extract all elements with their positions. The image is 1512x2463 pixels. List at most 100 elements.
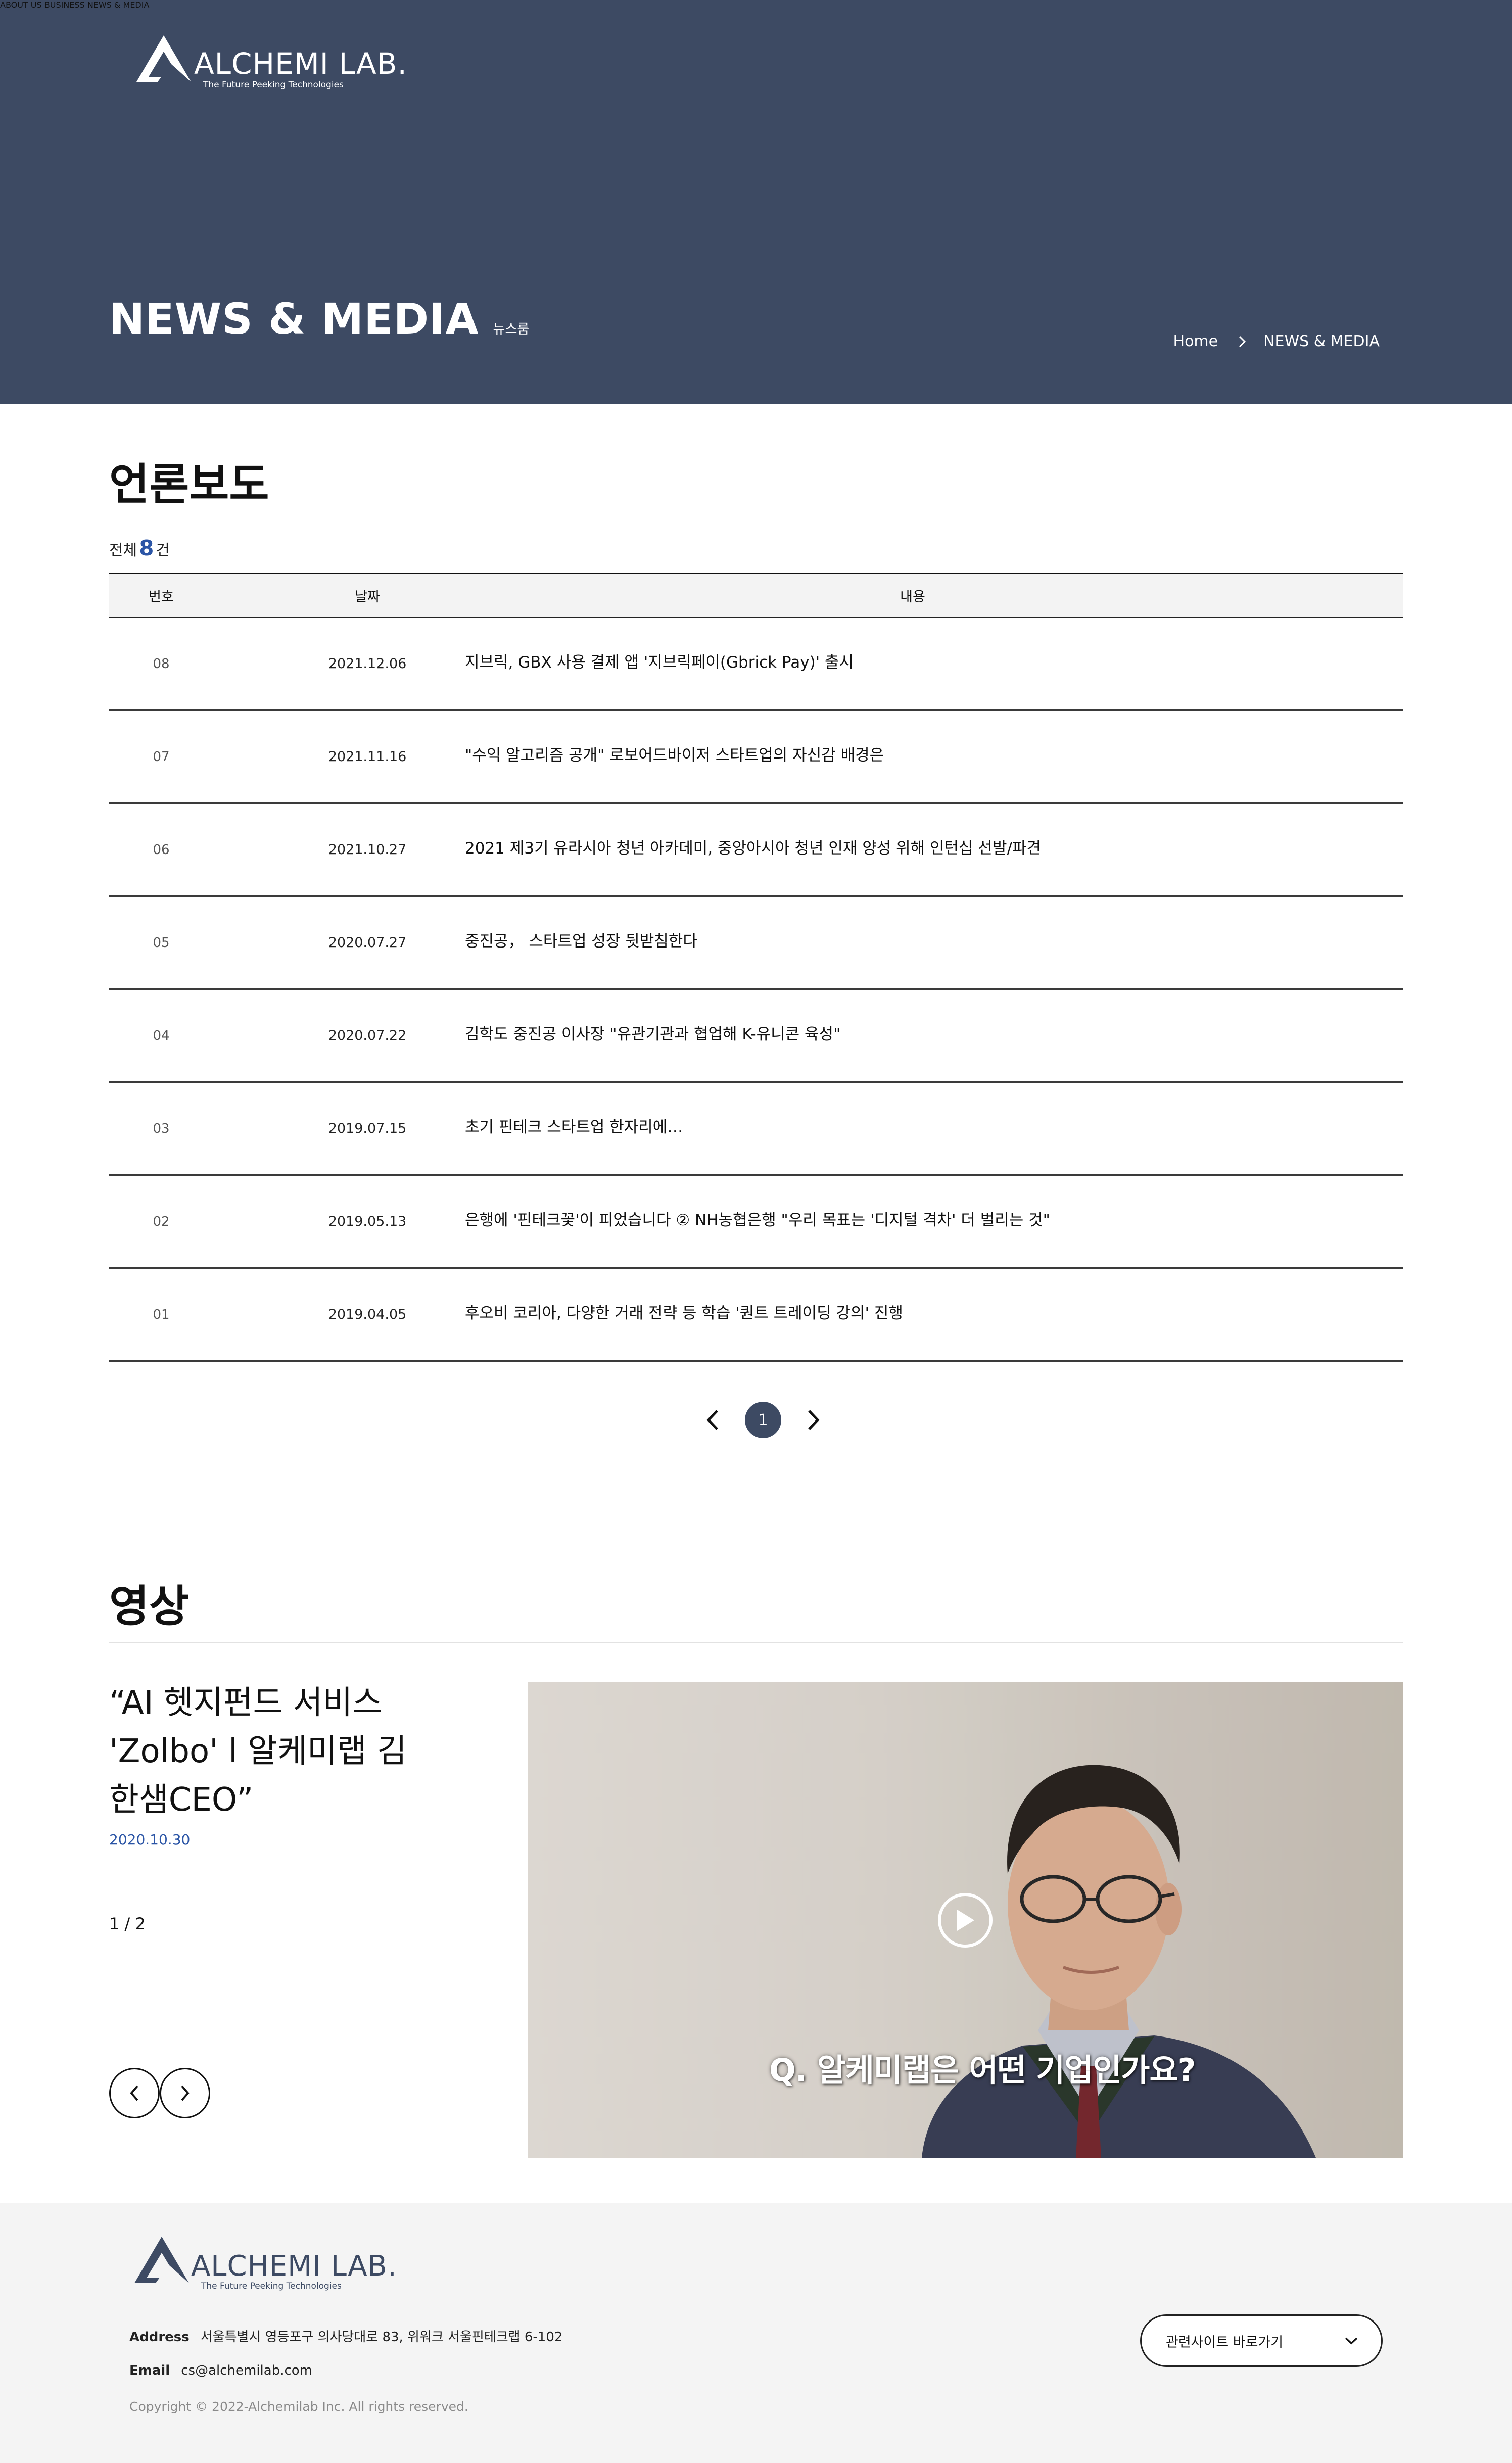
page-number-current[interactable]: 1	[745, 1402, 781, 1438]
footer-email: Email cs@alchemilab.com	[129, 2363, 312, 2378]
address-label: Address	[129, 2330, 190, 2345]
slide-counter: 1 / 2	[109, 1914, 146, 1933]
video-prev-button[interactable]	[109, 2068, 160, 2118]
row-number: 04	[153, 1028, 170, 1044]
breadcrumb: Home NEWS & MEDIA	[1173, 333, 1380, 350]
footer-logo-name: ALCHEMI LAB.	[191, 2250, 397, 2283]
chevron-down-icon	[1345, 2337, 1358, 2345]
breadcrumb-current[interactable]: NEWS & MEDIA	[1263, 333, 1380, 350]
related-sites-select[interactable]: 관련사이트 바로가기	[1140, 2314, 1383, 2367]
row-title-link[interactable]: 2021 제3기 유라시아 청년 아카데미, 중앙아시아 청년 인재 양성 위해…	[465, 839, 1041, 858]
column-header-date: 날짜	[355, 589, 380, 605]
row-date: 2021.11.16	[328, 749, 407, 765]
row-title-link[interactable]: "수익 알고리즘 공개" 로보어드바이저 스타트업의 자신감 배경은	[465, 746, 884, 765]
nav-about-us[interactable]: ABOUT US	[0, 0, 42, 10]
table-row[interactable]: 07 2021.11.16 "수익 알고리즘 공개" 로보어드바이저 스타트업의 자…	[109, 711, 1403, 804]
logo-triangle-icon	[136, 35, 191, 82]
row-number: 01	[153, 1307, 170, 1322]
chevron-left-icon	[706, 1410, 718, 1430]
page-subtitle: 뉴스룸	[493, 322, 530, 337]
column-header-content: 내용	[900, 589, 925, 605]
row-title-cell: 김학도 중진공 이사장 "유관기관과 협업해 K-유니콘 육성"	[465, 1024, 1403, 1047]
table-body: 08 2021.12.06 지브릭, GBX 사용 결제 앱 '지브릭페이(Gbri…	[109, 618, 1403, 1362]
table-row[interactable]: 01 2019.04.05 후오비 코리아, 다양한 거래 전략 등 학습 '퀀트 …	[109, 1269, 1403, 1362]
video-section-title: 영상	[109, 1581, 190, 1632]
row-number: 07	[153, 749, 170, 765]
video-headline: “AI 헷지펀드 서비스 'Zolbo' l 알케미랩 김한샘CEO”	[109, 1684, 407, 1819]
row-number: 03	[153, 1121, 170, 1136]
table-row[interactable]: 04 2020.07.22 김학도 중진공 이사장 "유관기관과 협업해 K-유니콘…	[109, 990, 1403, 1083]
press-count: 전체 8 건	[109, 536, 170, 560]
chevron-left-icon	[130, 2085, 138, 2101]
table-header: 번호 날짜 내용	[109, 573, 1403, 618]
column-header-no: 번호	[149, 589, 174, 605]
count-prefix: 전체	[109, 542, 137, 559]
email-value[interactable]: cs@alchemilab.com	[181, 2363, 312, 2378]
row-title-link[interactable]: 김학도 중진공 이사장 "유관기관과 협업해 K-유니콘 육성"	[465, 1025, 840, 1044]
row-title-link[interactable]: 중진공， 스타트업 성장 뒷받침한다	[465, 932, 697, 951]
copyright: Copyright © 2022-Alchemilab Inc. All rig…	[129, 2399, 468, 2414]
nav-business[interactable]: BUSINESS	[44, 0, 85, 10]
row-title-cell: 초기 핀테크 스타트업 한자리에…	[465, 1117, 1403, 1140]
row-title-link[interactable]: 은행에 '핀테크꽃'이 피었습니다 ② NH농협은행 "우리 목표는 '디지털 …	[465, 1211, 1050, 1229]
row-number: 05	[153, 935, 170, 951]
prev-page-button[interactable]	[702, 1407, 723, 1433]
table-row[interactable]: 08 2021.12.06 지브릭, GBX 사용 결제 앱 '지브릭페이(Gbri…	[109, 618, 1403, 711]
row-date: 2020.07.27	[328, 935, 407, 951]
logo-name: ALCHEMI LAB.	[194, 46, 407, 81]
row-date: 2019.04.05	[328, 1307, 407, 1322]
logo-triangle-icon	[134, 2237, 189, 2283]
row-title-cell: 2021 제3기 유라시아 청년 아카데미, 중앙아시아 청년 인재 양성 위해…	[465, 838, 1403, 861]
chevron-right-icon	[181, 2085, 190, 2101]
row-date: 2021.12.06	[328, 656, 407, 672]
video-date: 2020.10.30	[109, 1831, 191, 1848]
row-date: 2020.07.22	[328, 1028, 407, 1044]
row-title-cell: 은행에 '핀테크꽃'이 피었습니다 ② NH농협은행 "우리 목표는 '디지털 …	[465, 1210, 1403, 1233]
next-page-button[interactable]	[804, 1407, 824, 1433]
count-number: 8	[139, 536, 154, 560]
breadcrumb-home[interactable]: Home	[1173, 333, 1218, 350]
row-title-cell: 후오비 코리아, 다양한 거래 전략 등 학습 '퀀트 트레이딩 강의' 진행	[465, 1303, 1403, 1326]
table-row[interactable]: 02 2019.05.13 은행에 '핀테크꽃'이 피었습니다 ② NH농협은행 "…	[109, 1176, 1403, 1269]
page-title: NEWS & MEDIA	[109, 294, 479, 344]
video-slider-controls	[109, 2068, 210, 2118]
video-caption: Q. 알케미랩은 어떤 기업인가요?	[769, 2052, 1196, 2089]
pagination: 1	[702, 1402, 824, 1438]
row-number: 02	[153, 1214, 170, 1229]
footer-logo[interactable]: ALCHEMI LAB. The Future Peeking Technolo…	[133, 2235, 397, 2291]
play-button[interactable]	[938, 1893, 993, 1948]
logo-tagline: The Future Peeking Technologies	[203, 80, 344, 90]
video-next-button[interactable]	[160, 2068, 210, 2118]
video-player[interactable]: Q. 알케미랩은 어떤 기업인가요?	[528, 1682, 1403, 2158]
related-sites-label: 관련사이트 바로가기	[1166, 2334, 1284, 2350]
play-icon	[957, 1910, 974, 1931]
row-date: 2019.07.15	[328, 1121, 407, 1136]
row-date: 2019.05.13	[328, 1214, 407, 1229]
footer-address: Address 서울특별시 영등포구 의사당대로 83, 위워크 서울핀테크랩 6…	[129, 2327, 562, 2345]
header-logo[interactable]: ALCHEMI LAB. The Future Peeking Technolo…	[135, 33, 407, 90]
email-label: Email	[129, 2363, 170, 2378]
address-value: 서울특별시 영등포구 의사당대로 83, 위워크 서울핀테크랩 6-102	[200, 2330, 563, 2345]
row-title-cell: 중진공， 스타트업 성장 뒷받침한다	[465, 931, 1403, 954]
footer-logo-tagline: The Future Peeking Technologies	[201, 2281, 342, 2291]
press-table: 번호 날짜 내용 08 2021.12.06 지브릭, GBX 사용 결제 앱 '지…	[109, 573, 1403, 1362]
nav-news-media[interactable]: NEWS & MEDIA	[87, 0, 150, 10]
row-date: 2021.10.27	[328, 842, 407, 858]
hero-title-group: NEWS & MEDIA 뉴스룸	[109, 294, 529, 344]
row-title-link[interactable]: 초기 핀테크 스타트업 한자리에…	[465, 1118, 683, 1136]
row-number: 08	[153, 656, 170, 672]
row-title-link[interactable]: 지브릭, GBX 사용 결제 앱 '지브릭페이(Gbrick Pay)' 출시	[465, 653, 854, 672]
count-suffix: 건	[156, 542, 170, 559]
press-section-title: 언론보도	[109, 459, 269, 510]
chevron-right-icon	[808, 1410, 820, 1430]
row-title-cell: "수익 알고리즘 공개" 로보어드바이저 스타트업의 자신감 배경은	[465, 745, 1403, 768]
section-divider	[109, 1642, 1403, 1643]
row-title-link[interactable]: 후오비 코리아, 다양한 거래 전략 등 학습 '퀀트 트레이딩 강의' 진행	[465, 1304, 903, 1322]
row-title-cell: 지브릭, GBX 사용 결제 앱 '지브릭페이(Gbrick Pay)' 출시	[465, 652, 1403, 675]
table-row[interactable]: 05 2020.07.27 중진공， 스타트업 성장 뒷받침한다	[109, 897, 1403, 990]
table-row[interactable]: 06 2021.10.27 2021 제3기 유라시아 청년 아카데미, 중앙아시아…	[109, 804, 1403, 897]
row-number: 06	[153, 842, 170, 858]
table-row[interactable]: 03 2019.07.15 초기 핀테크 스타트업 한자리에…	[109, 1083, 1403, 1176]
global-nav: ABOUT US BUSINESS NEWS & MEDIA	[0, 0, 1512, 10]
chevron-right-icon	[1239, 336, 1246, 347]
